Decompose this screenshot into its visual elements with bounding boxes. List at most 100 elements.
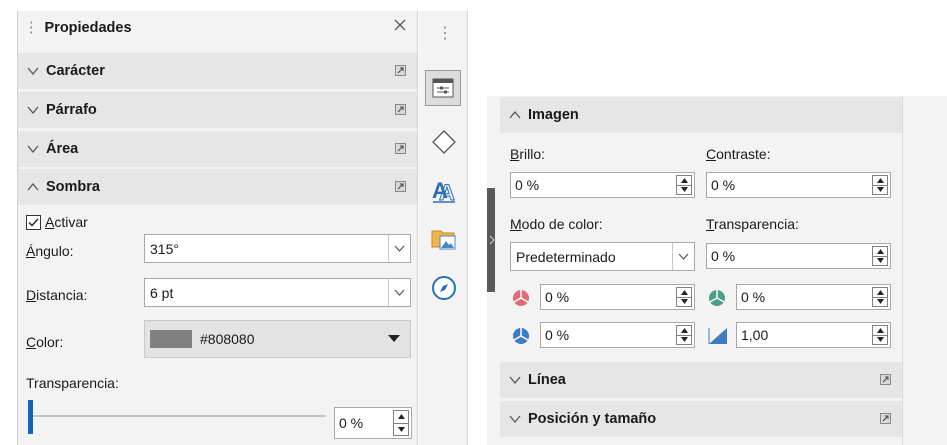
more-options-icon[interactable]	[395, 181, 406, 192]
section-imagen-header[interactable]: Imagen	[500, 97, 902, 133]
chevron-down-icon[interactable]	[388, 235, 410, 262]
more-options-icon[interactable]	[395, 143, 406, 154]
chevron-down-icon[interactable]	[388, 279, 410, 306]
properties-icon[interactable]	[425, 70, 461, 106]
spin-arrows[interactable]	[676, 175, 692, 195]
checkbox-checked-icon[interactable]	[26, 214, 41, 230]
more-options-icon[interactable]	[880, 413, 891, 424]
spin-down-icon[interactable]	[677, 296, 691, 307]
spin-arrows[interactable]	[676, 325, 692, 345]
chevron-down-icon[interactable]	[672, 243, 694, 270]
spin-arrows[interactable]	[393, 410, 409, 436]
styles-icon[interactable]	[429, 127, 459, 157]
shadow-enable-checkbox[interactable]: Activar	[26, 214, 88, 230]
more-options-icon[interactable]: ⋮	[437, 23, 453, 43]
spin-down-icon[interactable]	[677, 334, 691, 345]
brightness-spinbox[interactable]: 0 %	[510, 172, 695, 198]
spin-down-icon[interactable]	[873, 184, 887, 195]
chevron-down-icon	[509, 376, 521, 385]
image-transparency-label: Transparencia:	[706, 216, 799, 232]
section-caracter-header[interactable]: Carácter	[18, 53, 417, 89]
chevron-up-icon	[509, 110, 521, 119]
section-posicion-label: Posición y tamaño	[528, 411, 657, 427]
blue-channel-icon	[513, 328, 529, 344]
close-icon[interactable]	[393, 18, 407, 32]
spin-up-icon[interactable]	[677, 326, 691, 335]
spin-arrows[interactable]	[676, 287, 692, 307]
spin-up-icon[interactable]	[677, 288, 691, 297]
spin-up-icon[interactable]	[677, 176, 691, 185]
section-area-header[interactable]: Área	[18, 131, 417, 167]
more-options-icon[interactable]	[395, 104, 406, 115]
spin-up-icon[interactable]	[873, 176, 887, 185]
chevron-up-icon	[27, 182, 39, 191]
sidebar-tabbar: ⋮ AA	[419, 11, 468, 445]
section-area-label: Área	[46, 141, 79, 157]
green-channel-icon	[709, 290, 725, 306]
distance-value: 6 pt	[150, 284, 174, 301]
distance-combobox[interactable]: 6 pt	[144, 278, 411, 307]
angle-label: Ángulo:	[26, 243, 74, 259]
chevron-down-icon	[27, 67, 39, 76]
spin-up-icon[interactable]	[873, 288, 887, 297]
spin-down-icon[interactable]	[394, 422, 408, 436]
spin-arrows[interactable]	[872, 287, 888, 307]
color-mode-label: Modo de color:	[510, 216, 603, 232]
angle-value: 315°	[150, 240, 179, 257]
gallery-icon[interactable]	[429, 224, 459, 254]
section-linea-header[interactable]: Línea	[500, 362, 902, 398]
dropdown-arrow-icon	[388, 335, 400, 342]
red-value: 0 %	[545, 289, 570, 305]
spin-down-icon[interactable]	[873, 296, 887, 307]
section-caracter-label: Carácter	[46, 63, 105, 79]
contrast-spinbox[interactable]: 0 %	[706, 172, 891, 198]
collapse-handle[interactable]	[487, 188, 495, 292]
shadow-enable-label: Activar	[45, 214, 88, 230]
fontwork-icon[interactable]: AA	[429, 175, 459, 205]
spin-down-icon[interactable]	[873, 334, 887, 345]
section-parrafo-header[interactable]: Párrafo	[18, 92, 417, 128]
color-mode-combobox[interactable]: Predeterminado	[510, 242, 695, 271]
spin-up-icon[interactable]	[873, 247, 887, 256]
contrast-value: 0 %	[711, 177, 736, 193]
section-posicion-header[interactable]: Posición y tamaño	[500, 401, 902, 437]
more-options-icon[interactable]	[880, 374, 891, 385]
section-imagen-label: Imagen	[528, 107, 579, 123]
navigator-icon[interactable]	[429, 273, 459, 303]
green-spinbox[interactable]: 0 %	[736, 284, 891, 310]
transparency-slider-track[interactable]	[28, 415, 326, 417]
brightness-label: Brillo:	[510, 146, 546, 162]
angle-combobox[interactable]: 315°	[144, 234, 411, 263]
color-mode-value: Predeterminado	[516, 248, 616, 265]
gamma-value: 1,00	[741, 327, 769, 343]
red-spinbox[interactable]: 0 %	[540, 284, 695, 310]
transparency-label: Transparencia:	[26, 375, 119, 391]
spin-up-icon[interactable]	[873, 326, 887, 335]
spin-arrows[interactable]	[872, 325, 888, 345]
image-transparency-value: 0 %	[711, 248, 736, 264]
color-swatch	[150, 330, 192, 348]
image-transparency-spinbox[interactable]: 0 %	[706, 243, 891, 269]
transparency-value: 0 %	[339, 415, 364, 431]
drag-handle-icon[interactable]: ⋮	[24, 20, 39, 36]
chevron-down-icon	[27, 106, 39, 115]
transparency-spinbox[interactable]: 0 %	[334, 407, 412, 439]
spin-arrows[interactable]	[872, 246, 888, 266]
contrast-label: Contraste:	[706, 146, 771, 162]
color-picker-button[interactable]: #808080	[144, 320, 411, 358]
red-channel-icon	[513, 290, 529, 306]
spin-down-icon[interactable]	[677, 184, 691, 195]
more-options-icon[interactable]	[395, 65, 406, 76]
section-linea-label: Línea	[528, 372, 566, 388]
section-sombra-label: Sombra	[46, 179, 100, 195]
gamma-spinbox[interactable]: 1,00	[736, 322, 891, 348]
blue-spinbox[interactable]: 0 %	[540, 322, 695, 348]
chevron-down-icon	[509, 415, 521, 424]
section-sombra-header[interactable]: Sombra	[18, 169, 417, 205]
transparency-slider-handle[interactable]	[28, 400, 33, 434]
section-parrafo-label: Párrafo	[46, 102, 97, 118]
spin-arrows[interactable]	[872, 175, 888, 195]
spin-down-icon[interactable]	[873, 255, 887, 266]
spin-up-icon[interactable]	[394, 411, 408, 423]
distance-label: Distancia:	[26, 287, 88, 303]
